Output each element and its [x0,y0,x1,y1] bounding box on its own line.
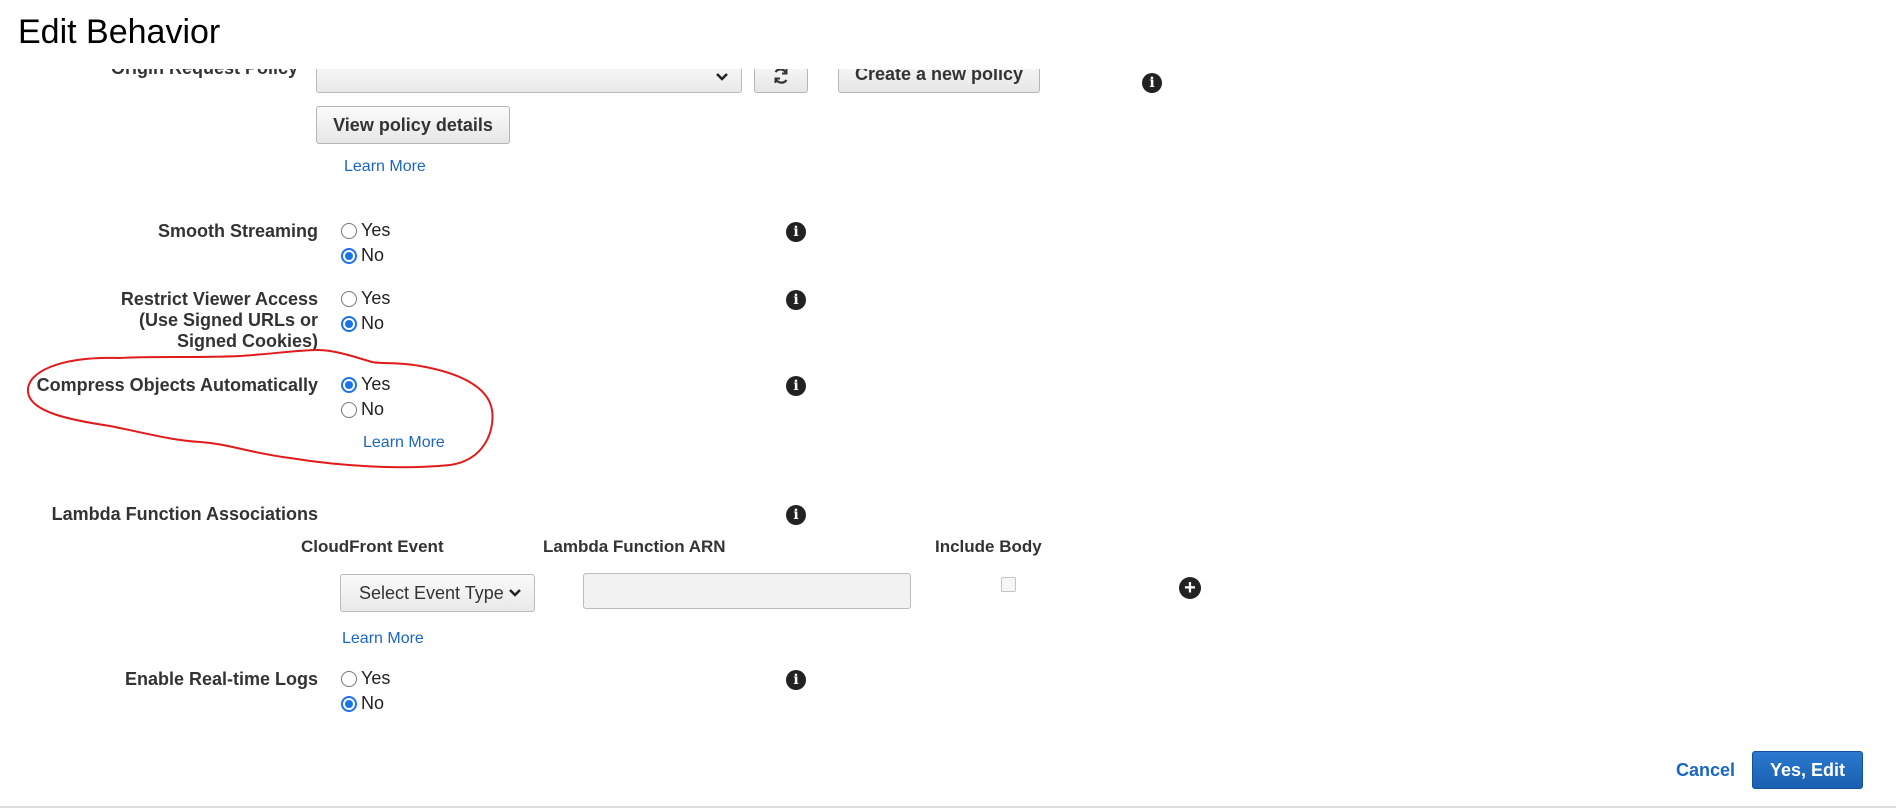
column-header-lambda-arn: Lambda Function ARN [543,537,726,556]
plus-circle-icon[interactable]: + [1179,577,1201,599]
radio-label: No [361,693,385,713]
lambda-arn-input[interactable] [583,573,911,609]
column-header-cloudfront-event: CloudFront Event [301,537,444,556]
info-icon[interactable]: i [786,505,806,525]
lambda-associations-label: Lambda Function Associations [51,504,318,524]
realtime-logs-radio-group: Yes No [341,666,390,716]
info-icon[interactable]: i [786,670,806,690]
realtime-logs-yes[interactable]: Yes [341,666,390,691]
column-header-include-body: Include Body [935,537,1042,556]
chevron-down-icon [509,589,521,597]
yes-edit-button[interactable]: Yes, Edit [1752,751,1863,789]
realtime-logs-label: Enable Real-time Logs [124,669,318,689]
realtime-logs-no[interactable]: No [341,691,390,716]
dialog-title: Edit Behavior [18,13,221,51]
radio-button[interactable] [341,670,357,687]
include-body-checkbox[interactable] [1001,577,1016,592]
lambda-learn-more-link[interactable]: Learn More [342,630,424,648]
radio-button[interactable] [341,695,357,712]
event-type-value: Select Event Type [359,582,504,603]
header-background [0,0,1896,69]
cancel-link[interactable]: Cancel [1676,760,1735,781]
radio-label: Yes [361,668,391,688]
event-type-select[interactable]: Select Event Type [340,574,535,612]
